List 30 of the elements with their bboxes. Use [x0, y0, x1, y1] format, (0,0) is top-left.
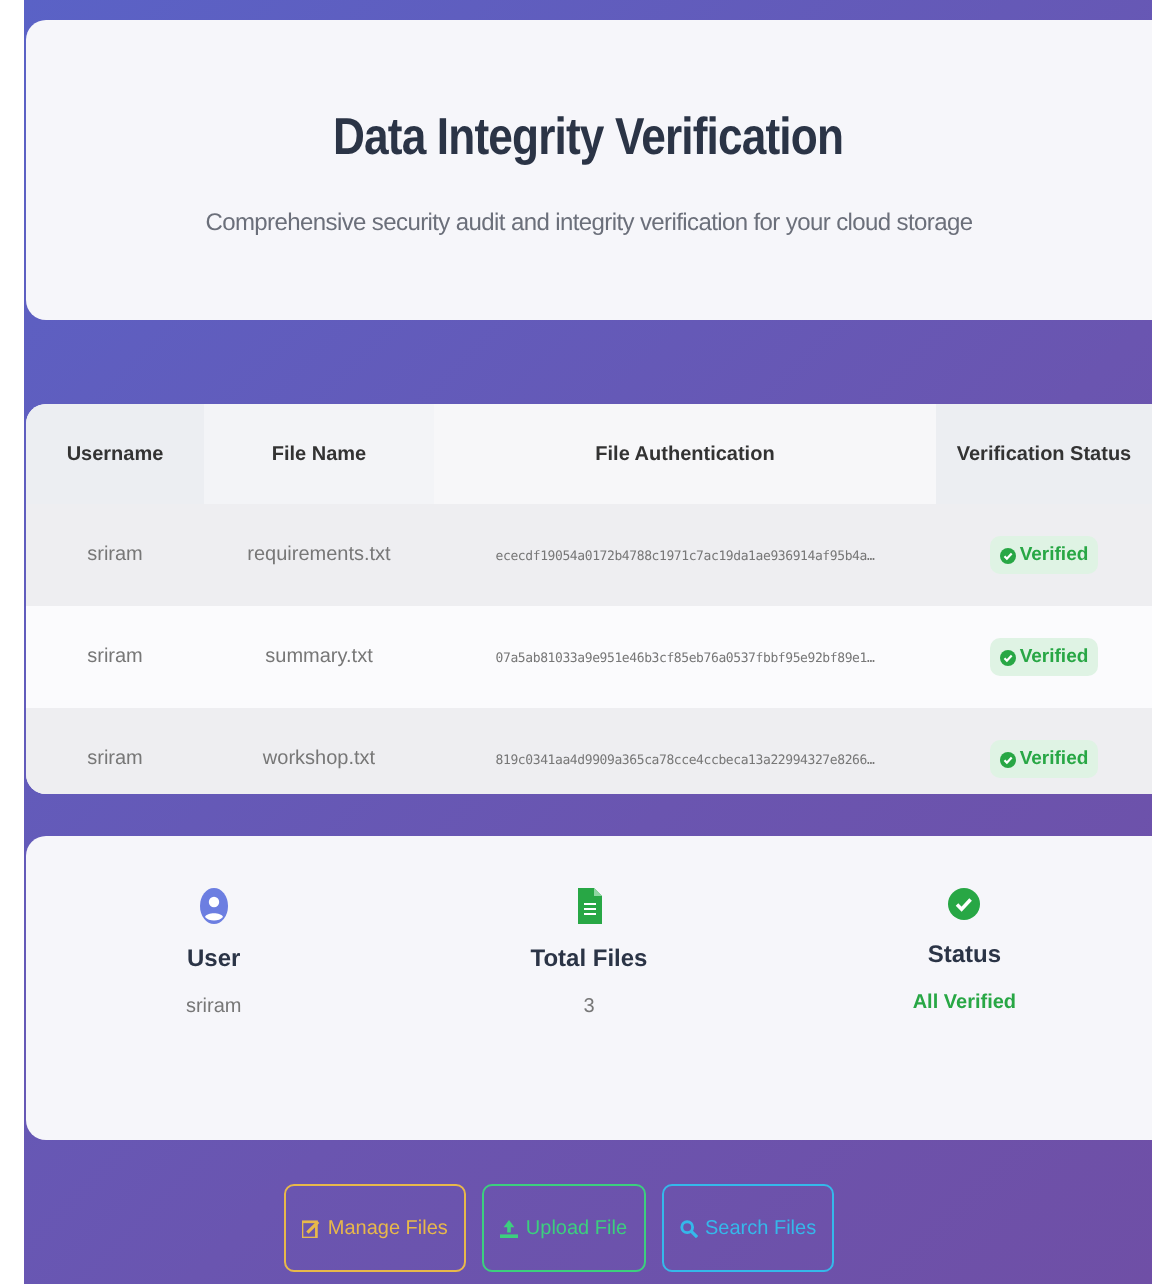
file-name-cell: workshop.txt [204, 708, 434, 794]
stat-value: All Verified [912, 992, 1017, 1014]
column-header: File Name [204, 404, 434, 504]
stat-label: Total Files [530, 944, 648, 972]
stat-value: sriram [185, 996, 242, 1018]
username-cell: sriram [26, 606, 204, 708]
username-cell: sriram [26, 504, 204, 606]
verified-badge: Verified [989, 740, 1099, 778]
page-subtitle: Comprehensive security audit and integrity verification for your cloud storage [205, 207, 973, 235]
column-header: File Authentication [434, 404, 936, 504]
action-button[interactable]: Upload File [481, 1184, 646, 1272]
upload-icon [499, 1219, 518, 1237]
file-name-cell: summary.txt [204, 606, 434, 708]
user-icon [199, 888, 228, 924]
verified-badge: Verified [989, 536, 1099, 574]
file-name-cell: requirements.txt [204, 504, 434, 606]
stat-value: 3 [583, 996, 595, 1018]
page-title: Data Integrity Verification [333, 105, 845, 167]
file-icon [577, 888, 601, 924]
verified-badge: Verified [989, 638, 1099, 676]
stat-label: Status [927, 940, 1002, 968]
action-button[interactable]: Search Files [661, 1184, 835, 1272]
action-button[interactable]: Manage Files [283, 1184, 466, 1272]
search-icon [679, 1219, 698, 1237]
column-header: Username [26, 404, 204, 504]
column-header: Verification Status [936, 404, 1152, 504]
username-cell: sriram [26, 708, 204, 794]
stat-label: User [186, 944, 241, 972]
check-circle-icon [948, 888, 981, 920]
edit-icon [301, 1219, 320, 1237]
